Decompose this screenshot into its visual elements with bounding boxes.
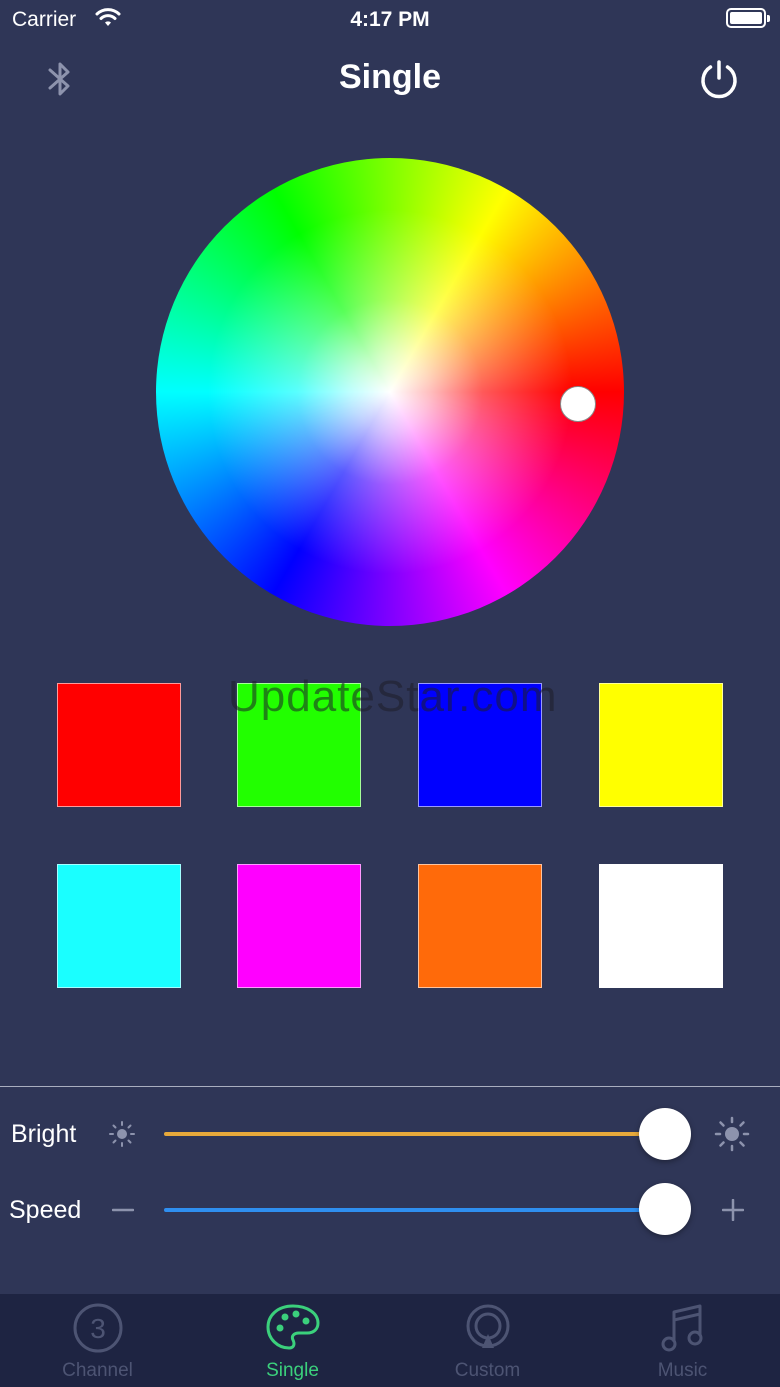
palette-icon (265, 1302, 321, 1357)
tab-music[interactable]: Music (585, 1294, 780, 1387)
bright-slider-track[interactable] (164, 1132, 664, 1136)
battery-icon (726, 8, 770, 28)
channel-3-icon: 3 (72, 1302, 124, 1359)
power-icon[interactable] (698, 58, 740, 105)
tab-custom[interactable]: Custom (390, 1294, 585, 1387)
swatch-magenta[interactable] (237, 864, 361, 988)
color-wheel[interactable] (156, 158, 624, 626)
bright-slider-thumb[interactable] (639, 1108, 691, 1160)
tab-music-label: Music (657, 1360, 708, 1381)
brightness-low-icon (108, 1120, 136, 1153)
page-title: Single (338, 58, 442, 96)
tab-single-label: Single (266, 1360, 319, 1381)
speed-label: Speed (9, 1196, 82, 1224)
brightness-high-icon (714, 1116, 750, 1157)
tab-single[interactable]: Single (195, 1294, 390, 1387)
watermark: UpdateStar.com (228, 672, 558, 721)
music-note-icon (659, 1302, 707, 1359)
speed-slider-track[interactable] (164, 1208, 664, 1212)
color-wheel-knob[interactable] (560, 386, 596, 422)
clock: 4:17 PM (350, 8, 430, 31)
swatch-red[interactable] (57, 683, 181, 807)
tab-channel-label: Channel (62, 1360, 133, 1381)
bright-label: Bright (11, 1120, 77, 1148)
tab-custom-label: Custom (454, 1360, 521, 1381)
plus-icon[interactable] (721, 1198, 745, 1226)
swatch-yellow[interactable] (599, 683, 723, 807)
color-wheel-gradient[interactable] (156, 158, 624, 626)
tab-channel[interactable]: 3 Channel (0, 1294, 195, 1387)
swatch-cyan[interactable] (57, 864, 181, 988)
swatch-white[interactable] (599, 864, 723, 988)
svg-text:3: 3 (90, 1313, 106, 1344)
status-bar: Carrier 4:17 PM (0, 0, 780, 44)
custom-ring-icon (463, 1302, 513, 1359)
minus-icon[interactable] (111, 1199, 135, 1226)
speed-slider-thumb[interactable] (639, 1183, 691, 1235)
swatch-orange[interactable] (418, 864, 542, 988)
tab-bar: 3 Channel Single Custom Music (0, 1294, 780, 1387)
divider (0, 1086, 780, 1087)
